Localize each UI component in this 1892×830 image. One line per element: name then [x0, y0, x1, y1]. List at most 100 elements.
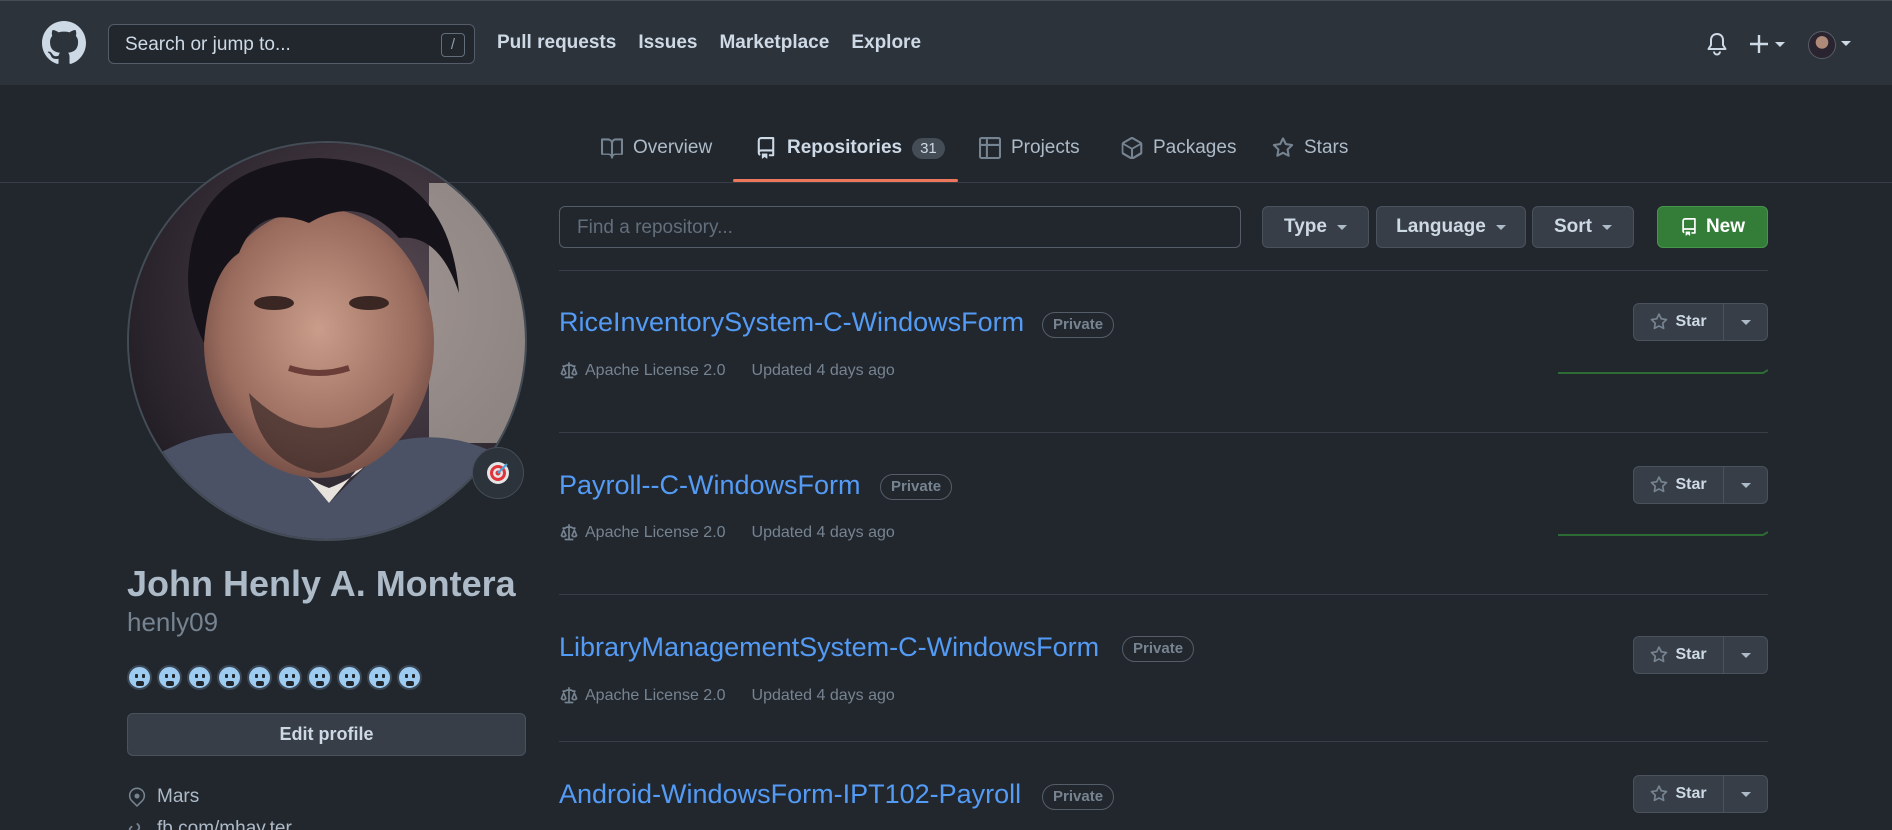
star-icon: [1272, 137, 1294, 157]
sort-button[interactable]: Sort: [1532, 206, 1634, 248]
cold-face-emoji: [157, 665, 182, 690]
find-repository-input[interactable]: Find a repository...: [559, 206, 1241, 248]
repo-meta: Apache License 2.0 Updated 4 days ago: [559, 524, 895, 542]
tab-overview[interactable]: Overview: [601, 137, 712, 183]
star-label: Star: [1675, 313, 1707, 330]
cold-face-emoji: [187, 665, 212, 690]
tab-packages-label: Packages: [1153, 137, 1237, 158]
repo-link[interactable]: Payroll--C-WindowsForm: [559, 470, 861, 501]
location-text: Mars: [157, 786, 200, 807]
star-button[interactable]: Star: [1633, 466, 1724, 504]
github-logo-icon[interactable]: [42, 21, 86, 65]
profile-website[interactable]: fb.com/mhay.ter: [127, 818, 292, 830]
language-filter-label: Language: [1396, 216, 1486, 237]
tab-stars-label: Stars: [1304, 137, 1349, 158]
chevron-down-icon: [1495, 224, 1506, 230]
star-label: Star: [1675, 476, 1707, 493]
cold-face-emoji: [217, 665, 242, 690]
tab-packages[interactable]: Packages: [1121, 137, 1236, 183]
license-text: Apache License 2.0: [585, 524, 726, 541]
chevron-down-icon: [1740, 652, 1751, 658]
law-icon: [560, 524, 578, 541]
avatar-photo: [129, 143, 525, 539]
profile-avatar[interactable]: [127, 141, 527, 541]
cold-face-emoji: [277, 665, 302, 690]
tab-stars[interactable]: Stars: [1272, 137, 1348, 183]
type-filter-label: Type: [1284, 216, 1327, 237]
activity-sparkline: [1558, 369, 1768, 374]
find-repository-placeholder: Find a repository...: [577, 217, 733, 238]
type-filter-button[interactable]: Type: [1262, 206, 1369, 248]
package-icon: [1121, 137, 1143, 159]
table-icon: [979, 137, 1001, 159]
nav-issues[interactable]: Issues: [638, 32, 697, 54]
star-list-dropdown[interactable]: [1724, 303, 1768, 341]
repo-count-badge: 31: [912, 138, 945, 159]
list-divider: [559, 270, 1768, 271]
activity-sparkline: [1558, 531, 1768, 536]
new-button-label: New: [1705, 216, 1746, 237]
repo-license: Apache License 2.0: [559, 362, 726, 380]
search-input[interactable]: Search or jump to... /: [108, 24, 475, 64]
sort-label: Sort: [1554, 216, 1592, 237]
website-text[interactable]: fb.com/mhay.ter: [157, 818, 292, 830]
tab-overview-label: Overview: [633, 137, 713, 158]
chevron-down-icon: [1740, 319, 1751, 325]
repo-icon: [757, 137, 775, 159]
nav-pull-requests[interactable]: Pull requests: [497, 32, 616, 54]
cold-face-emoji: [397, 665, 422, 690]
star-label: Star: [1675, 646, 1707, 663]
updated-text: Updated 4 days ago: [751, 524, 895, 541]
star-list-dropdown[interactable]: [1724, 466, 1768, 504]
tab-projects[interactable]: Projects: [979, 137, 1080, 183]
repo-license: Apache License 2.0: [559, 687, 726, 705]
search-placeholder: Search or jump to...: [125, 34, 291, 55]
star-icon: [1651, 313, 1668, 330]
tab-projects-label: Projects: [1011, 137, 1080, 158]
star-button-group: Star: [1633, 466, 1768, 504]
star-label: Star: [1675, 785, 1707, 802]
list-divider: [559, 741, 1768, 742]
nav-marketplace[interactable]: Marketplace: [719, 32, 829, 54]
profile-fullname: John Henly A. Montera: [127, 563, 516, 604]
license-text: Apache License 2.0: [585, 362, 726, 379]
edit-profile-button[interactable]: Edit profile: [127, 713, 526, 756]
nav-explore[interactable]: Explore: [851, 32, 921, 54]
private-badge: Private: [1042, 784, 1115, 810]
search-shortcut-key: /: [441, 33, 465, 57]
status-badge[interactable]: [472, 447, 524, 499]
star-icon: [1651, 785, 1668, 802]
active-tab-indicator: [733, 179, 958, 182]
tab-repositories[interactable]: Repositories 31: [755, 137, 945, 183]
profile-location: Mars: [127, 786, 199, 808]
chevron-down-icon: [1602, 224, 1612, 230]
star-button[interactable]: Star: [1633, 303, 1724, 341]
repo-icon: [1682, 218, 1696, 236]
star-list-dropdown[interactable]: [1724, 775, 1768, 813]
updated-text: Updated 4 days ago: [751, 687, 895, 704]
repo-license: Apache License 2.0: [559, 524, 726, 542]
new-repository-button[interactable]: New: [1657, 206, 1768, 248]
star-button[interactable]: Star: [1633, 775, 1724, 813]
dart-icon: [487, 462, 509, 484]
cold-face-emoji: [367, 665, 392, 690]
star-icon: [1651, 476, 1668, 493]
repo-meta: Apache License 2.0 Updated 4 days ago: [559, 362, 895, 380]
private-badge: Private: [1122, 636, 1195, 662]
language-filter-button[interactable]: Language: [1376, 206, 1526, 248]
license-text: Apache License 2.0: [585, 687, 726, 704]
bell-icon[interactable]: [1706, 32, 1728, 56]
star-button[interactable]: Star: [1633, 636, 1724, 674]
plus-dropdown-icon[interactable]: [1750, 34, 1790, 54]
cold-face-emoji: [127, 665, 152, 690]
avatar-small[interactable]: [1808, 31, 1836, 59]
repo-link[interactable]: RiceInventorySystem-C-WindowsForm: [559, 307, 1024, 338]
star-list-dropdown[interactable]: [1724, 636, 1768, 674]
repo-link[interactable]: Android-WindowsForm-IPT102-Payroll: [559, 779, 1021, 810]
repo-link[interactable]: LibraryManagementSystem-C-WindowsForm: [559, 632, 1099, 663]
location-icon: [128, 787, 146, 807]
star-icon: [1651, 646, 1668, 663]
star-button-group: Star: [1633, 303, 1768, 341]
avatar-caret-icon[interactable]: [1840, 40, 1852, 48]
book-icon: [601, 138, 623, 159]
